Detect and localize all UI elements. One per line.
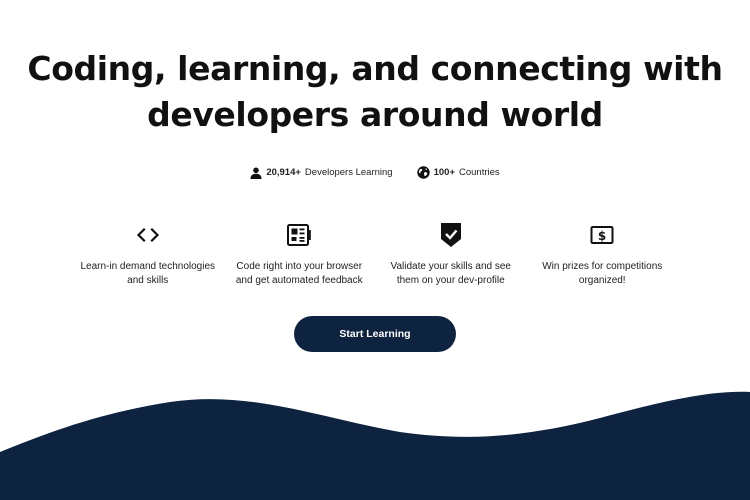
feature-validate: Validate your skills and see them on you… <box>375 222 527 288</box>
stat-developers: 20,914+ Developers Learning <box>250 166 393 179</box>
browser-editor-icon <box>286 222 312 248</box>
hero-title-line-2: developers around world <box>147 95 603 134</box>
stats-bar: 20,914+ Developers Learning 100+ Countri… <box>0 166 750 179</box>
developers-count: 20,914+ <box>266 167 301 178</box>
hero-title: Coding, learning, and connecting with de… <box>0 46 750 138</box>
countries-label: Countries <box>459 167 500 178</box>
feature-prizes-text: Win prizes for competitions organized! <box>542 261 663 286</box>
feature-technologies: Learn-in demand technologies and skills <box>72 222 224 288</box>
developers-label: Developers Learning <box>304 167 393 178</box>
stat-countries: 100+ Countries <box>416 166 500 179</box>
shield-check-icon <box>438 222 464 248</box>
hero-title-line-1: Coding, learning, and connecting with <box>27 49 723 88</box>
feature-technologies-text: Learn-in demand technologies and skills <box>80 261 216 286</box>
feature-browser: Code right into your browser and get aut… <box>224 222 376 288</box>
globe-icon <box>416 166 430 179</box>
user-icon <box>250 167 262 179</box>
prize-dollar-icon: $ <box>589 222 615 248</box>
countries-count: 100+ <box>433 167 455 178</box>
svg-text:$: $ <box>598 229 606 243</box>
feature-prizes: $ Win prizes for competitions organized! <box>527 222 679 288</box>
wave-decoration <box>0 391 750 500</box>
feature-browser-text: Code right into your browser and get aut… <box>235 261 363 286</box>
features-row: Learn-in demand technologies and skills … <box>72 222 678 288</box>
code-brackets-icon <box>135 222 161 248</box>
feature-validate-text: Validate your skills and see them on you… <box>390 261 511 286</box>
start-learning-button[interactable]: Start Learning <box>294 316 456 352</box>
